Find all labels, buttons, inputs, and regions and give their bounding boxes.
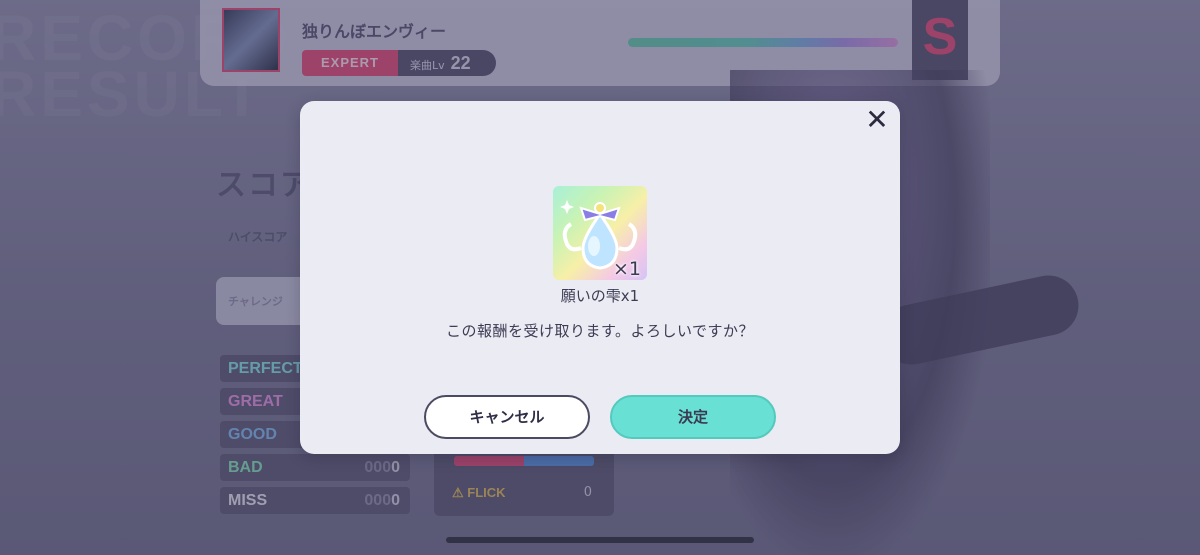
reward-confirm-dialog: ✕ ×1 願いの雫x1 この報酬を受け取ります。よろしいですか？ キャンセル 決… bbox=[300, 101, 900, 454]
confirm-button[interactable]: 決定 bbox=[610, 395, 776, 439]
close-icon[interactable]: ✕ bbox=[864, 106, 890, 134]
cancel-button[interactable]: キャンセル bbox=[424, 395, 590, 439]
item-quantity: ×1 bbox=[612, 258, 641, 280]
home-indicator[interactable] bbox=[446, 537, 754, 543]
item-name: 願いの雫x1 bbox=[560, 287, 640, 305]
confirm-message: この報酬を受け取ります。よろしいですか？ bbox=[445, 322, 755, 340]
wish-drop-icon: ×1 bbox=[553, 186, 647, 280]
